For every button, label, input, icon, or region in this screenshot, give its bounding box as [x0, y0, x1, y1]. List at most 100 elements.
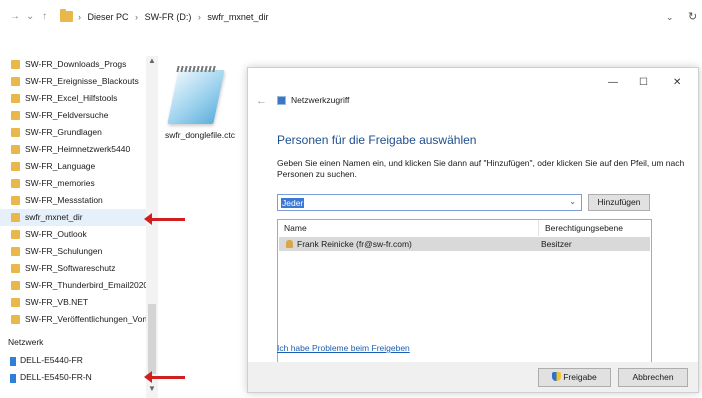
tree-folder-label: SW-FR_Outlook [25, 229, 87, 239]
scroll-down-icon[interactable]: ▼ [148, 384, 156, 393]
address-bar: → ⌄ ↑ › Dieser PC › SW-FR (D:) › swfr_mx… [0, 0, 702, 34]
table-header: Name Berechtigungsebene [278, 220, 651, 236]
folder-icon [11, 145, 20, 154]
breadcrumb-item[interactable]: SW-FR (D:) [145, 12, 192, 22]
person-combobox-value[interactable]: Jeder [281, 198, 305, 208]
sharing-help-link[interactable]: Ich habe Probleme beim Freigeben [277, 343, 410, 353]
tree-folder-label: SW-FR_Language [25, 161, 96, 171]
tree-folder-label: SW-FR_Veröffentlichungen_Vort [25, 314, 148, 324]
tree-folder-item[interactable]: SW-FR_Downloads_Progs [0, 56, 146, 73]
tree-folder-item[interactable]: SW-FR_Grundlagen [0, 124, 146, 141]
computer-icon [10, 357, 16, 366]
tree-folder-label: SW-FR_Messstation [25, 195, 103, 205]
shield-icon [552, 372, 562, 381]
tree-computer-label: DELL-E5450-FR-N [20, 372, 92, 382]
annotation-arrow-icon [144, 371, 185, 383]
tree-computer-item[interactable]: DELL-E5440-FR [0, 352, 146, 369]
back-arrow-icon[interactable]: ← [256, 95, 267, 107]
dialog-title: Netzwerkzugriff [291, 95, 350, 105]
tree-folder-label: SW-FR_memories [25, 178, 95, 188]
tree-folder-item[interactable]: SW-FR_Feldversuche [0, 107, 146, 124]
up-arrow-icon[interactable]: ↑ [42, 12, 47, 22]
tree-folder-label: SW-FR_Grundlagen [25, 127, 102, 137]
chevron-down-icon[interactable]: ⌄ [569, 197, 576, 206]
tree-folder-item[interactable]: SW-FR_memories [0, 175, 146, 192]
breadcrumb: › Dieser PC › SW-FR (D:) › swfr_mxnet_di… [78, 12, 272, 22]
tree-folder-label: SW-FR_Downloads_Progs [25, 59, 127, 69]
tree-network-item[interactable]: Netzwerk [0, 334, 146, 351]
folder-icon [11, 162, 20, 171]
tree-folder-item[interactable]: SW-FR_Outlook [0, 226, 146, 243]
folder-icon [11, 94, 20, 103]
folder-icon [11, 298, 20, 307]
permission-level-cell: Besitzer [541, 239, 572, 249]
add-button[interactable]: Hinzufügen [588, 194, 650, 211]
tree-folder-item[interactable]: SW-FR_Excel_Hilfstools [0, 90, 146, 107]
person-combobox[interactable]: Jeder ⌄ [277, 194, 582, 211]
scroll-up-icon[interactable]: ▲ [148, 56, 156, 65]
tree-folder-label: SW-FR_Softwareschutz [25, 263, 116, 273]
user-icon [286, 240, 293, 248]
folder-icon [11, 196, 20, 205]
notepad-file-icon [167, 66, 225, 126]
tree-folder-item[interactable]: SW-FR_Heimnetzwerk5440 [0, 141, 146, 158]
tree-folder-label: SW-FR_Schulungen [25, 246, 103, 256]
address-dropdown-chevron-icon[interactable]: ⌄ [666, 12, 674, 23]
network-icon [277, 96, 286, 105]
computer-icon [10, 374, 16, 383]
folder-icon [11, 128, 20, 137]
tree-folder-label: SW-FR_Heimnetzwerk5440 [25, 144, 131, 154]
scrollbar-thumb[interactable] [148, 304, 156, 374]
share-button[interactable]: Freigabe [538, 368, 611, 387]
back-arrow-icon[interactable]: → [10, 12, 20, 22]
folder-icon [11, 247, 20, 256]
tree-folder-item[interactable]: SW-FR_Schulungen [0, 243, 146, 260]
tree-folder-item[interactable]: SW-FR_Messstation [0, 192, 146, 209]
folder-icon [11, 264, 20, 273]
tree-folder-item[interactable]: SW-FR_Thunderbird_Email2020 [0, 277, 149, 294]
tree-computer-item[interactable]: DELL-E5450-FR-N [0, 369, 146, 386]
folder-icon [11, 315, 20, 324]
tree-folder-label: SW-FR_Ereignisse_Blackouts [25, 76, 139, 86]
folder-icon [11, 213, 20, 222]
tree-folder-label: SW-FR_Feldversuche [25, 110, 109, 120]
network-access-dialog: — ☐ ✕ ← Netzwerkzugriff Personen für die… [247, 67, 699, 393]
user-name: Frank Reinicke (fr@sw-fr.com) [297, 239, 412, 249]
maximize-icon[interactable]: ☐ [639, 77, 648, 88]
close-icon[interactable]: ✕ [673, 77, 681, 88]
tree-computer-label: DELL-E5440-FR [20, 355, 83, 365]
annotation-arrow-icon [144, 213, 185, 225]
folder-icon [11, 60, 20, 69]
dialog-footer: Freigabe Abbrechen [248, 362, 698, 392]
navigation-pane: SW-FR_Downloads_Progs SW-FR_Ereignisse_B… [0, 56, 160, 398]
tree-folder-item[interactable]: SW-FR_Softwareschutz [0, 260, 146, 277]
breadcrumb-separator-icon: › [197, 12, 201, 22]
user-name-cell: Frank Reinicke (fr@sw-fr.com) [286, 237, 412, 251]
tree-folder-item[interactable]: SW-FR_Language [0, 158, 146, 175]
folder-icon [60, 9, 73, 22]
tree-folder-item[interactable]: SW-FR_VB.NET [0, 294, 146, 311]
table-row[interactable]: Frank Reinicke (fr@sw-fr.com) Besitzer [279, 237, 650, 251]
folder-icon [11, 179, 20, 188]
tree-folder-label: SW-FR_Excel_Hilfstools [25, 93, 118, 103]
cancel-button[interactable]: Abbrechen [618, 368, 688, 387]
tree-network-label: Netzwerk [8, 337, 44, 347]
recent-locations-chevron-icon[interactable]: ⌄ [26, 12, 34, 22]
file-item[interactable]: swfr_donglefile.ctc [160, 66, 240, 156]
navigation-scrollbar[interactable]: ▲ ▼ [146, 56, 158, 398]
breadcrumb-item[interactable]: swfr_mxnet_dir [207, 12, 268, 22]
column-header-permission[interactable]: Berechtigungsebene [539, 220, 651, 236]
tree-folder-label: SW-FR_Thunderbird_Email2020 [25, 280, 149, 290]
dialog-description: Geben Sie einen Namen ein, und klicken S… [277, 158, 685, 179]
dialog-heading: Personen für die Freigabe auswählen [277, 133, 477, 147]
breadcrumb-separator-icon: › [78, 12, 81, 22]
refresh-icon[interactable]: ↻ [688, 10, 697, 23]
tree-folder-item-selected[interactable]: swfr_mxnet_dir [0, 209, 146, 226]
minimize-icon[interactable]: — [608, 77, 618, 88]
tree-folder-label: SW-FR_VB.NET [25, 297, 89, 307]
column-header-name[interactable]: Name [278, 220, 539, 236]
breadcrumb-item[interactable]: Dieser PC [88, 12, 129, 22]
folder-icon [11, 111, 20, 120]
tree-folder-item[interactable]: SW-FR_Ereignisse_Blackouts [0, 73, 146, 90]
tree-folder-item[interactable]: SW-FR_Veröffentlichungen_Vort [0, 311, 148, 328]
